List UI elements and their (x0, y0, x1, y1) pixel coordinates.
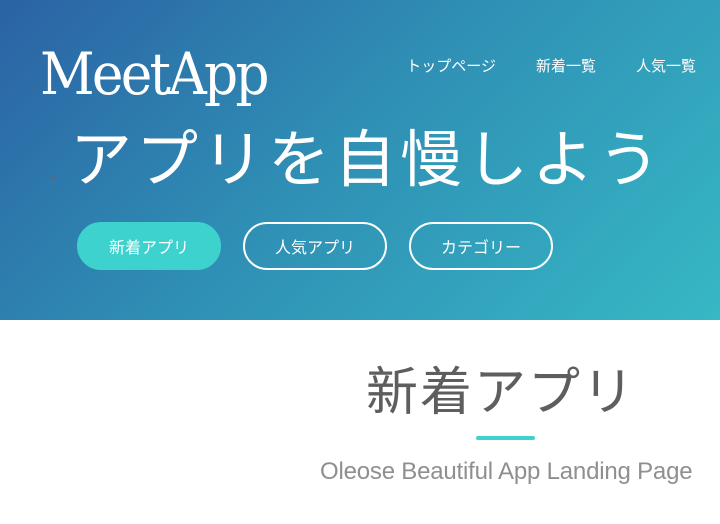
category-button[interactable]: カテゴリー (409, 222, 553, 270)
site-logo[interactable]: MeetApp (40, 24, 270, 124)
main-nav: トップページ 新着一覧 人気一覧 (406, 55, 696, 77)
hero-tagline: アプリを自慢しよう (70, 123, 665, 196)
hero-header: MeetApp トップページ 新着一覧 人気一覧 アプリを自慢しよう 新着アプリ… (0, 0, 720, 320)
hero-button-group: 新着アプリ 人気アプリ カテゴリー (77, 222, 553, 270)
section-title: 新着アプリ (366, 363, 637, 423)
nav-link-top[interactable]: トップページ (406, 55, 496, 77)
section-subtitle: Oleose Beautiful App Landing Page (320, 458, 693, 485)
new-apps-section: 新着アプリ Oleose Beautiful App Landing Page (0, 320, 720, 524)
new-apps-button[interactable]: 新着アプリ (77, 222, 221, 270)
nav-link-new-list[interactable]: 新着一覧 (536, 55, 596, 77)
decorative-dot (50, 176, 55, 181)
nav-link-popular-list[interactable]: 人気一覧 (636, 55, 696, 77)
popular-apps-button[interactable]: 人気アプリ (243, 222, 387, 270)
section-title-underline (476, 436, 535, 440)
